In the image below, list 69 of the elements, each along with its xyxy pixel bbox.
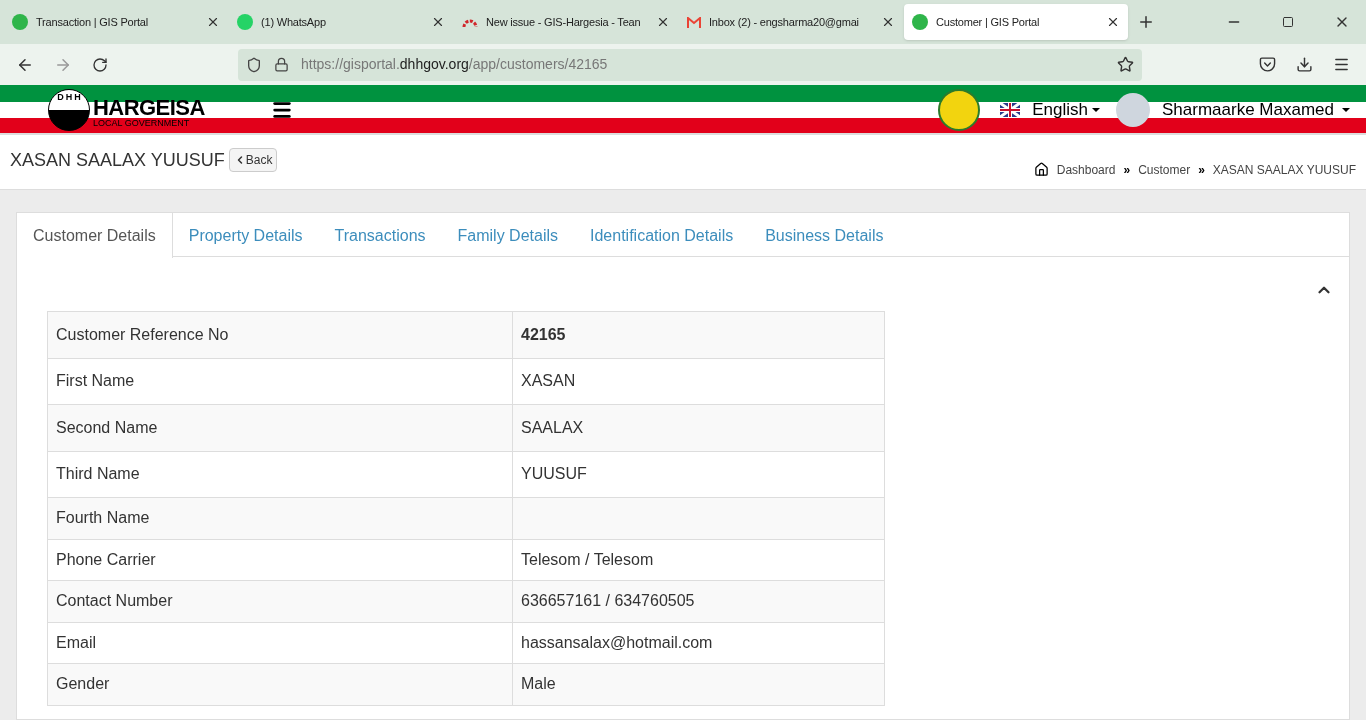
menu-icon[interactable] — [270, 99, 293, 121]
download-icon[interactable] — [1296, 56, 1313, 73]
logo-letter: H — [65, 93, 73, 104]
table-cell: Customer Reference No — [47, 311, 513, 358]
back-button[interactable]: Back — [228, 148, 278, 172]
browser-tab[interactable]: Inbox (2) - engsharma20@gmai — [679, 4, 903, 40]
breadcrumb-separator: » — [1198, 162, 1205, 179]
shield-icon[interactable] — [246, 56, 262, 73]
tab[interactable]: Transactions — [318, 213, 442, 258]
table-cell: Telesom / Telesom — [512, 539, 885, 581]
url-text: https://gisportal.dhhgov.org/app/customers/42165 — [301, 55, 609, 74]
close-icon[interactable] — [206, 15, 220, 29]
table-cell: 42165 — [512, 311, 885, 358]
emblem-icon — [938, 89, 981, 131]
logo-letter: D — [57, 93, 64, 104]
browser-tab[interactable]: Customer | GIS Portal — [904, 4, 1128, 40]
table-cell: First Name — [47, 358, 513, 405]
restore-icon[interactable] — [1282, 16, 1294, 28]
table-cell: YUUSUF — [512, 451, 885, 498]
logo-title: HARGEISA — [93, 96, 205, 119]
breadcrumb-item[interactable]: Dashboard — [1056, 161, 1116, 179]
home-icon — [1033, 162, 1049, 177]
breadcrumb-item: XASAN SAALAX YUUSUF — [1212, 162, 1356, 179]
tab-title: (1) WhatsApp — [261, 14, 326, 30]
table-cell: XASAN — [512, 358, 885, 405]
browser-tab[interactable]: New issue - GIS-Hargesia - Tean — [454, 4, 678, 40]
pocket-icon[interactable] — [1259, 56, 1276, 73]
close-icon[interactable] — [1106, 15, 1120, 29]
menu-icon[interactable] — [1333, 56, 1350, 73]
close-icon[interactable] — [881, 15, 895, 29]
avatar[interactable] — [1116, 93, 1151, 127]
tab[interactable]: Property Details — [172, 213, 319, 258]
table-cell: Second Name — [47, 404, 513, 451]
page-title: XASAN SAALAX YUUSUF — [10, 148, 225, 172]
user-menu[interactable]: Sharmaarke Maxamed — [1162, 97, 1350, 123]
table-cell: SAALAX — [512, 404, 885, 451]
table-cell: Fourth Name — [47, 497, 513, 539]
arc-icon — [462, 17, 478, 27]
logo-subtitle: LOCAL GOVERNMENT — [93, 118, 191, 128]
breadcrumb-separator: » — [1123, 162, 1131, 179]
tab-title: New issue - GIS-Hargesia - Tean — [486, 14, 641, 30]
close-icon[interactable] — [431, 15, 445, 29]
table-cell: Third Name — [47, 451, 513, 498]
tab[interactable]: Identification Details — [574, 213, 750, 258]
new-tab-icon[interactable] — [1137, 13, 1155, 31]
logo-letter: H — [74, 93, 81, 104]
table-cell: Male — [512, 663, 885, 705]
breadcrumb-item[interactable]: Customer — [1138, 161, 1191, 179]
table-cell: hassansalax@hotmail.com — [512, 622, 885, 664]
tab-title: Inbox (2) - engsharma20@gmai — [709, 14, 859, 30]
bookmark-star-icon[interactable] — [1117, 56, 1134, 73]
reload-icon[interactable] — [92, 56, 108, 73]
table-cell: 636657161 / 634760505 — [512, 580, 885, 622]
table-cell: Email — [47, 622, 513, 664]
table-cell: Gender — [47, 663, 513, 705]
flag-icon[interactable] — [1000, 103, 1021, 117]
table-cell: Contact Number — [47, 580, 513, 622]
tab-title: Customer | GIS Portal — [936, 14, 1040, 30]
tab[interactable]: Customer Details — [17, 213, 173, 258]
mail-icon — [687, 16, 701, 28]
browser-tab[interactable]: Transaction | GIS Portal — [4, 4, 228, 40]
tab-title: Transaction | GIS Portal — [36, 14, 148, 30]
browser-tab[interactable]: (1) WhatsApp — [229, 4, 453, 40]
lock-icon[interactable] — [274, 57, 289, 72]
tab[interactable]: Family Details — [441, 213, 574, 258]
address-bar[interactable]: https://gisportal.dhhgov.org/app/customers/42165 — [238, 48, 1142, 81]
tab[interactable]: Business Details — [749, 213, 900, 258]
language-dropdown[interactable]: English — [1032, 97, 1101, 123]
table-cell: Phone Carrier — [47, 539, 513, 581]
